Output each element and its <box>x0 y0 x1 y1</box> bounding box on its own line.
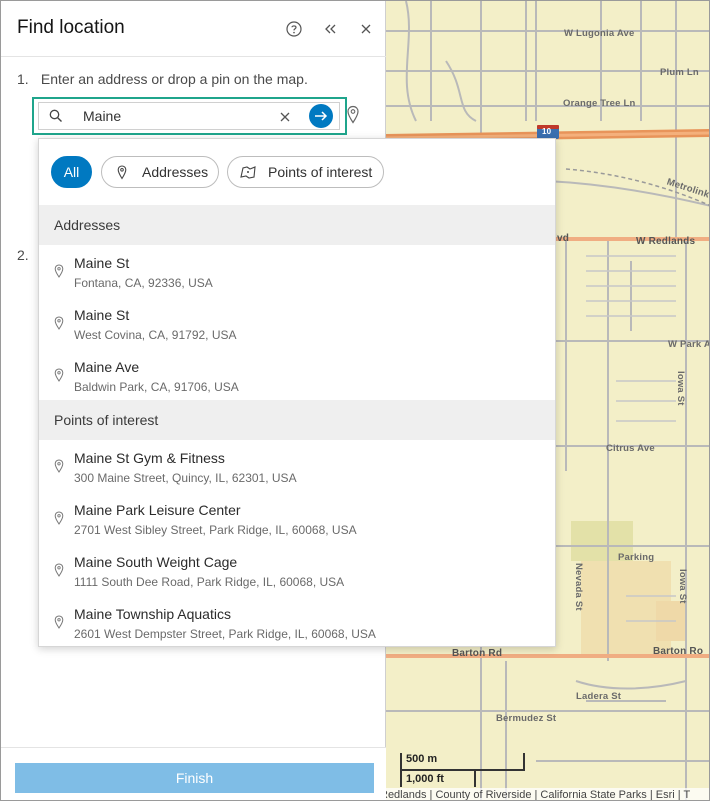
search-icon <box>49 109 63 128</box>
result-name: Maine St Gym & Fitness <box>74 450 225 466</box>
street-label-iowa: Iowa St <box>675 371 686 406</box>
pin-icon <box>54 316 64 330</box>
pin-icon <box>54 368 64 382</box>
step-2-number: 2. <box>17 247 29 263</box>
result-detail: West Covina, CA, 91792, USA <box>74 328 237 342</box>
filter-poi-chip[interactable]: Points of interest <box>227 156 384 188</box>
pin-icon <box>54 459 64 473</box>
pin-icon <box>54 563 64 577</box>
result-name: Maine South Weight Cage <box>74 554 238 570</box>
result-address-1[interactable]: Maine St Fontana, CA, 92336, USA <box>39 245 555 297</box>
pin-icon <box>114 164 130 180</box>
result-name: Maine Township Aquatics <box>74 606 231 622</box>
street-label-w-park: W Park Av <box>668 339 710 350</box>
finish-button[interactable]: Finish <box>15 763 374 793</box>
street-label-bermudez: Bermudez St <box>496 713 557 724</box>
step-1-text: Enter an address or drop a pin on the ma… <box>40 71 308 87</box>
result-detail: 300 Maine Street, Quincy, IL, 62301, USA <box>74 471 297 485</box>
scale-label-imperial: 1,000 ft <box>406 773 444 785</box>
map-attribution[interactable]: Redlands | County of Riverside | Califor… <box>386 788 709 800</box>
step-2: 2. <box>17 247 37 263</box>
scale-line <box>400 769 524 771</box>
result-name: Maine Park Leisure Center <box>74 502 241 518</box>
street-label-iowa-south: Iowa St <box>677 569 688 604</box>
filter-chips: All Addresses Points of interest <box>39 139 555 206</box>
street-label-nevada: Nevada St <box>573 563 584 611</box>
close-icon[interactable] <box>355 18 377 40</box>
result-detail: 2601 West Dempster Street, Park Ridge, I… <box>74 627 376 641</box>
result-detail: 2701 West Sibley Street, Park Ridge, IL,… <box>74 523 357 537</box>
pin-icon <box>54 615 64 629</box>
street-label-barton-east: Barton Ro <box>653 646 704 657</box>
scale-label-metric: 500 m <box>406 753 438 765</box>
result-poi-3[interactable]: Maine South Weight Cage 1111 South Dee R… <box>39 544 555 596</box>
street-label-barton: Barton Rd <box>452 648 503 659</box>
result-name: Maine St <box>74 307 130 323</box>
panel-title: Find location <box>17 17 125 38</box>
street-label-plum: Plum Ln <box>660 67 699 78</box>
help-icon[interactable] <box>283 18 305 40</box>
scale-tick-ft <box>474 769 476 787</box>
result-address-2[interactable]: Maine St West Covina, CA, 91792, USA <box>39 297 555 349</box>
result-name: Maine Ave <box>74 359 140 375</box>
filter-all-chip[interactable]: All <box>51 156 92 188</box>
app-frame: W Lugonia Ave Plum Ln Orange Tree Ln 10 … <box>0 0 710 801</box>
result-name: Maine St <box>74 255 130 271</box>
result-poi-4[interactable]: Maine Township Aquatics 2601 West Dempst… <box>39 596 555 646</box>
result-detail: Fontana, CA, 92336, USA <box>74 276 213 290</box>
pin-icon <box>54 264 64 278</box>
arrow-right-icon <box>315 111 328 121</box>
filter-addresses-label: Addresses <box>142 164 209 180</box>
search-input[interactable] <box>83 104 263 128</box>
interstate-shield-label: 10 <box>542 127 552 136</box>
collapse-icon[interactable] <box>319 18 341 40</box>
drop-pin-icon[interactable] <box>346 105 362 125</box>
street-label-blvd: lvd <box>554 233 570 244</box>
street-label-citrus: Citrus Ave <box>606 443 655 454</box>
section-header-addresses: Addresses <box>39 205 555 245</box>
step-1-number: 1. <box>17 71 29 87</box>
step-1: 1. Enter an address or drop a pin on the… <box>17 71 308 87</box>
map-scale-bar: 500 m 1,000 ft <box>400 753 525 789</box>
panel-header: Find location <box>1 1 386 57</box>
result-poi-2[interactable]: Maine Park Leisure Center 2701 West Sibl… <box>39 492 555 544</box>
scale-tick-right <box>523 753 525 771</box>
panel-footer: Finish <box>1 747 386 800</box>
result-detail: 1111 South Dee Road, Park Ridge, IL, 600… <box>74 575 345 589</box>
street-label-orange-tree: Orange Tree Ln <box>563 98 636 109</box>
filter-poi-label: Points of interest <box>268 164 373 180</box>
map-label-parking: Parking <box>618 552 655 563</box>
search-suggestions: All Addresses Points of interest Address… <box>38 138 556 647</box>
section-header-poi: Points of interest <box>39 400 555 440</box>
search-box <box>32 97 347 135</box>
scale-tick-left <box>400 753 402 787</box>
search-submit-button[interactable] <box>309 104 333 128</box>
result-poi-1[interactable]: Maine St Gym & Fitness 300 Maine Street,… <box>39 440 555 492</box>
result-detail: Baldwin Park, CA, 91706, USA <box>74 380 239 394</box>
result-address-3[interactable]: Maine Ave Baldwin Park, CA, 91706, USA <box>39 349 555 401</box>
street-label-lugonia: W Lugonia Ave <box>564 28 635 39</box>
search-field <box>38 102 340 130</box>
pin-icon <box>54 511 64 525</box>
clear-search-icon[interactable] <box>279 110 291 128</box>
filter-addresses-chip[interactable]: Addresses <box>101 156 219 188</box>
map-poi-icon <box>240 164 256 180</box>
street-label-ladera: Ladera St <box>576 691 622 702</box>
street-label-w-redlands: W Redlands <box>636 236 696 247</box>
